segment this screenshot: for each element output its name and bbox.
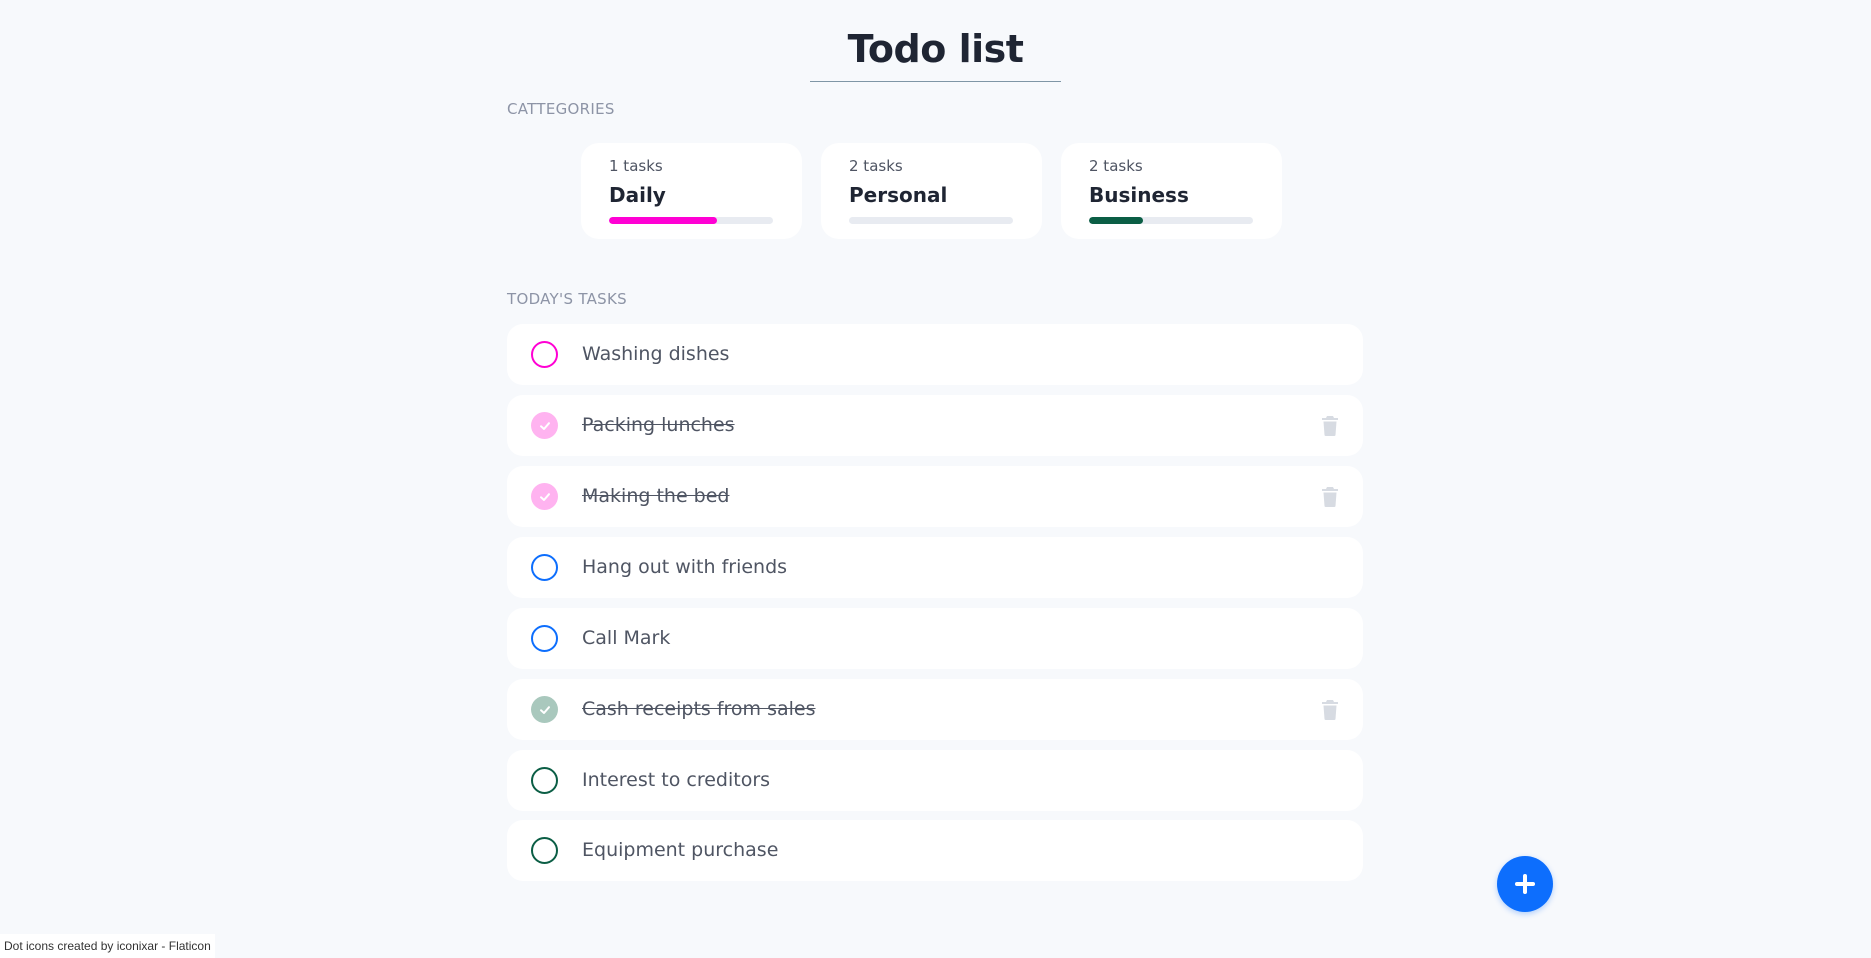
add-task-button[interactable] [1497, 856, 1553, 912]
trash-icon-glyph [1322, 700, 1338, 720]
category-card-personal[interactable]: 2 tasks Personal [821, 143, 1042, 239]
task-row[interactable]: Washing dishes [507, 324, 1363, 385]
category-progress-track [849, 217, 1013, 224]
page-title: Todo list [847, 27, 1024, 71]
plus-icon [1515, 874, 1535, 894]
category-name: Personal [849, 183, 948, 207]
category-name: Business [1089, 183, 1189, 207]
check-icon [539, 492, 550, 501]
task-text: Cash receipts from sales [582, 698, 816, 720]
task-row[interactable]: Making the bed [507, 466, 1363, 527]
category-progress-track [1089, 217, 1253, 224]
task-row[interactable]: Hang out with friends [507, 537, 1363, 598]
category-card-daily[interactable]: 1 tasks Daily [581, 143, 802, 239]
todays-tasks-label: TODAY'S TASKS [507, 290, 627, 308]
task-checkbox[interactable] [531, 625, 558, 652]
task-text: Making the bed [582, 485, 730, 507]
task-text: Equipment purchase [582, 839, 779, 861]
task-checkbox[interactable] [531, 696, 558, 723]
trash-icon-glyph [1322, 487, 1338, 507]
task-text: Washing dishes [582, 343, 730, 365]
task-checkbox[interactable] [531, 483, 558, 510]
task-checkbox[interactable] [531, 341, 558, 368]
check-icon [539, 705, 550, 714]
category-name: Daily [609, 183, 666, 207]
category-count: 2 tasks [849, 157, 903, 175]
todo-app: Todo list CATTEGORIES 1 tasks Daily 2 ta… [0, 0, 1871, 958]
category-progress-fill [609, 217, 718, 224]
task-row[interactable]: Packing lunches [507, 395, 1363, 456]
task-row[interactable]: Cash receipts from sales [507, 679, 1363, 740]
category-progress-fill [1089, 217, 1144, 224]
category-count: 2 tasks [1089, 157, 1143, 175]
trash-icon[interactable] [1321, 486, 1339, 508]
task-row[interactable]: Call Mark [507, 608, 1363, 669]
task-checkbox[interactable] [531, 837, 558, 864]
task-row[interactable]: Equipment purchase [507, 820, 1363, 881]
trash-icon-glyph [1322, 416, 1338, 436]
task-checkbox[interactable] [531, 767, 558, 794]
task-checkbox[interactable] [531, 554, 558, 581]
categories-label: CATTEGORIES [507, 100, 615, 118]
trash-icon[interactable] [1321, 699, 1339, 721]
category-progress-track [609, 217, 773, 224]
category-count: 1 tasks [609, 157, 663, 175]
page-title-wrap: Todo list [810, 22, 1061, 82]
task-row[interactable]: Interest to creditors [507, 750, 1363, 811]
task-text: Interest to creditors [582, 769, 771, 791]
task-checkbox[interactable] [531, 412, 558, 439]
trash-icon[interactable] [1321, 415, 1339, 437]
icon-attribution: Dot icons created by iconixar - Flaticon [0, 934, 215, 958]
category-card-business[interactable]: 2 tasks Business [1061, 143, 1282, 239]
task-text: Packing lunches [582, 414, 735, 436]
task-text: Hang out with friends [582, 556, 788, 578]
check-icon [539, 421, 550, 430]
task-text: Call Mark [582, 627, 671, 649]
